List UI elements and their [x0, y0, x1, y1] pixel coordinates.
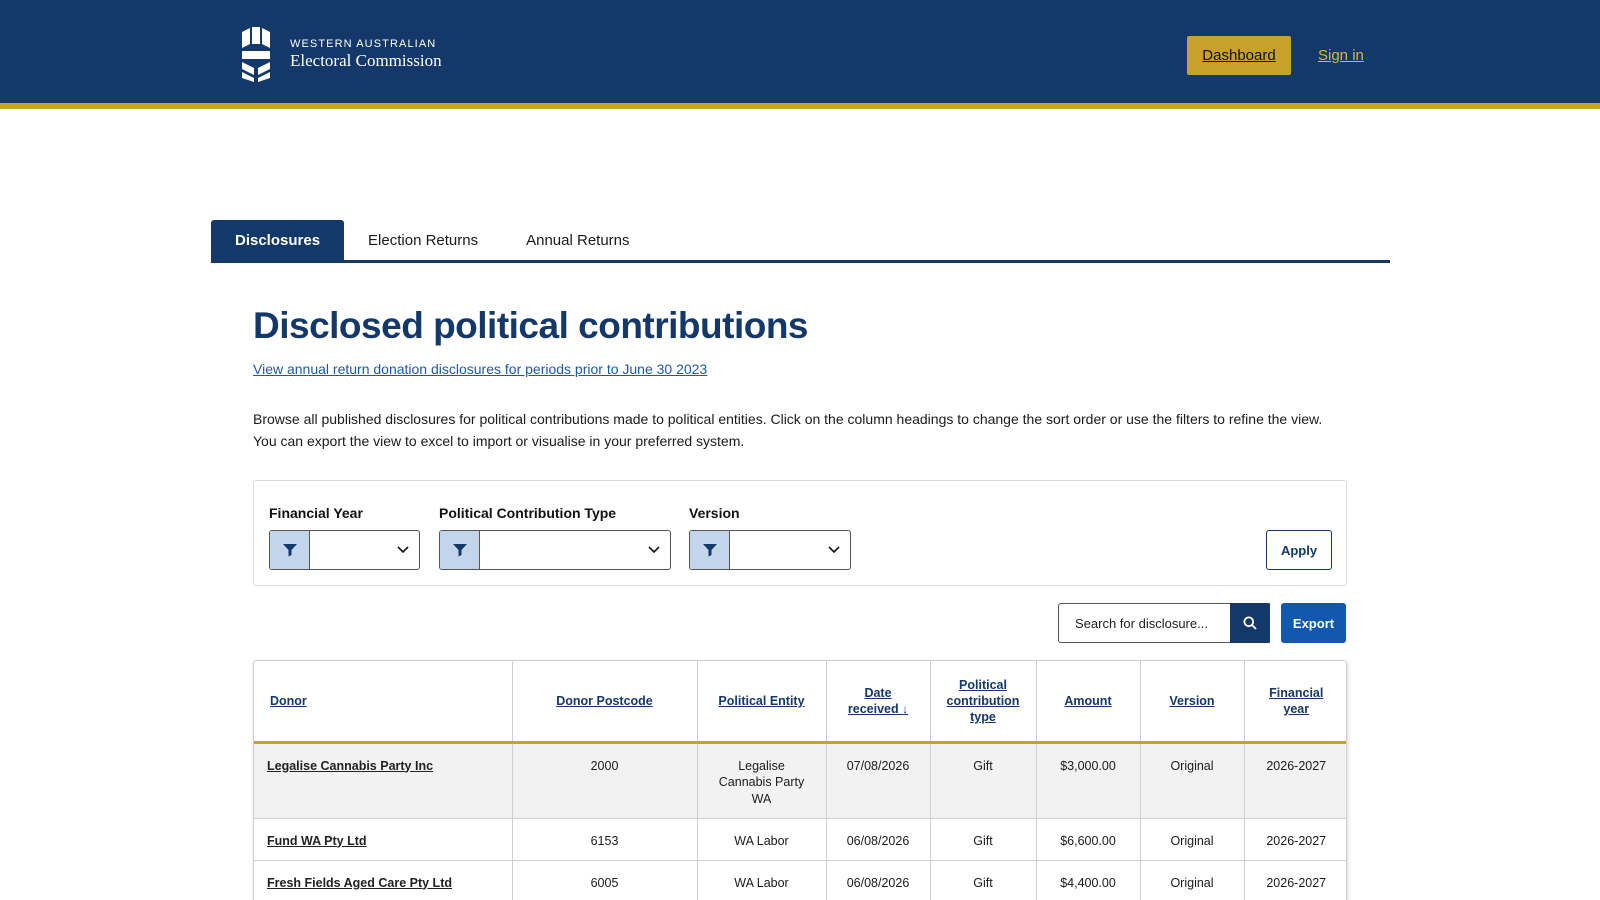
type-cell: Gift	[930, 742, 1037, 819]
tab-election-returns[interactable]: Election Returns	[344, 220, 502, 260]
postcode-cell: 6153	[512, 818, 698, 861]
entity-cell: WA Labor	[697, 860, 827, 900]
disclosures-table: Donor Donor Postcode Political Entity Da…	[253, 660, 1347, 900]
postcode-cell: 2000	[512, 742, 698, 819]
intro-text: Browse all published disclosures for pol…	[253, 411, 1323, 449]
commission-logo[interactable]: WESTERN AUSTRALIAN Electoral Commission	[240, 26, 442, 82]
donor-link[interactable]: Legalise Cannabis Party Inc	[267, 759, 433, 773]
section-tabs: Disclosures Election Returns Annual Retu…	[211, 220, 1390, 263]
date-cell: 06/08/2026	[826, 860, 931, 900]
version-cell: Original	[1140, 742, 1245, 819]
financial-year-label: Financial Year	[269, 505, 363, 521]
amount-cell: $6,600.00	[1036, 818, 1141, 861]
chevron-down-icon	[397, 546, 409, 554]
financial-year-cell: 2026-2027	[1244, 860, 1346, 900]
sign-in-link[interactable]: Sign in	[1318, 47, 1364, 64]
financial-year-cell: 2026-2027	[1244, 818, 1346, 861]
contribution-type-label: Political Contribution Type	[439, 505, 617, 521]
type-cell: Gift	[930, 860, 1037, 900]
chevron-down-icon	[828, 546, 840, 554]
logo-line-2: Electoral Commission	[290, 51, 442, 70]
table-row: Legalise Cannabis Party Inc 2000 Legalis…	[254, 742, 1346, 819]
filter-panel: Financial Year Political Contribution Ty…	[253, 480, 1347, 586]
header-donor-postcode[interactable]: Donor Postcode	[512, 661, 698, 744]
page-title: Disclosed political contributions	[253, 305, 809, 346]
type-cell: Gift	[930, 818, 1037, 861]
version-cell: Original	[1140, 818, 1245, 861]
version-select[interactable]	[689, 530, 851, 570]
chevron-down-icon	[648, 546, 660, 554]
donor-link[interactable]: Fresh Fields Aged Care Pty Ltd	[267, 876, 452, 890]
entity-cell: WA Labor	[697, 818, 827, 861]
header-amount[interactable]: Amount	[1036, 661, 1141, 744]
version-cell: Original	[1140, 860, 1245, 900]
header-version[interactable]: Version	[1140, 661, 1245, 744]
tab-annual-returns[interactable]: Annual Returns	[502, 220, 653, 260]
table-row: Fresh Fields Aged Care Pty Ltd 6005 WA L…	[254, 860, 1346, 900]
header-contribution-type[interactable]: Political contribution type	[930, 661, 1037, 744]
version-label: Version	[689, 505, 740, 521]
donor-link[interactable]: Fund WA Pty Ltd	[267, 834, 367, 848]
annual-return-link[interactable]: View annual return donation disclosures …	[253, 361, 707, 377]
table-row: Fund WA Pty Ltd 6153 WA Labor 06/08/2026…	[254, 818, 1346, 861]
logo-line-1: WESTERN AUSTRALIAN	[290, 38, 437, 50]
header-political-entity[interactable]: Political Entity	[697, 661, 827, 744]
date-cell: 07/08/2026	[826, 742, 931, 819]
search-button[interactable]	[1230, 603, 1270, 643]
dashboard-button[interactable]: Dashboard	[1187, 36, 1291, 75]
header-date-received[interactable]: Date received ↓	[826, 661, 931, 744]
header-donor[interactable]: Donor	[254, 661, 513, 744]
header-accent-bar	[0, 103, 1600, 109]
contribution-type-select[interactable]	[439, 530, 671, 570]
header-financial-year[interactable]: Financial year	[1244, 661, 1346, 744]
filter-icon	[270, 531, 310, 569]
amount-cell: $3,000.00	[1036, 742, 1141, 819]
amount-cell: $4,400.00	[1036, 860, 1141, 900]
financial-year-cell: 2026-2027	[1244, 742, 1346, 819]
filter-icon	[440, 531, 480, 569]
commission-logo-icon	[242, 27, 270, 82]
search-icon	[1243, 616, 1257, 630]
date-cell: 06/08/2026	[826, 818, 931, 861]
financial-year-select[interactable]	[269, 530, 420, 570]
arrow-down-icon: ↓	[902, 701, 909, 716]
filter-icon	[690, 531, 730, 569]
export-button[interactable]: Export	[1281, 603, 1346, 643]
site-header: WESTERN AUSTRALIAN Electoral Commission …	[0, 0, 1600, 103]
tab-disclosures[interactable]: Disclosures	[211, 220, 345, 260]
postcode-cell: 6005	[512, 860, 698, 900]
apply-button[interactable]: Apply	[1266, 530, 1332, 570]
entity-cell: Legalise Cannabis Party WA	[697, 742, 827, 819]
